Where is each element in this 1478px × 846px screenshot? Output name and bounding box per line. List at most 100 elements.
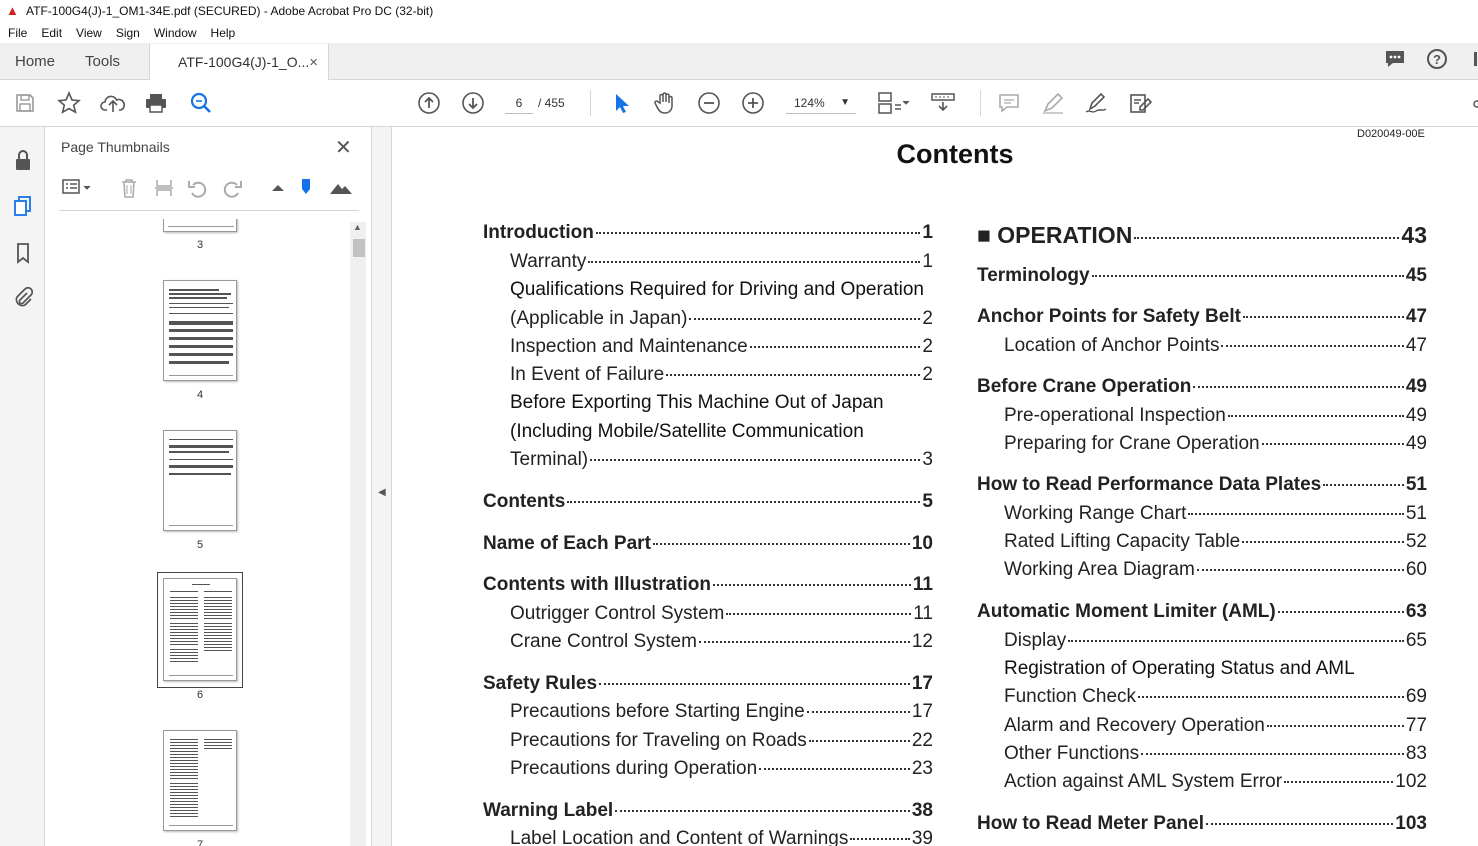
tab-close-icon[interactable]: ×	[309, 54, 318, 71]
toc-entry[interactable]: Working Range Chart 51	[1004, 503, 1427, 525]
toc-entry[interactable]: Inspection and Maintenance 2	[510, 336, 933, 358]
toc-entry-label[interactable]: Qualifications Required for Driving and …	[510, 279, 924, 301]
comment-bubble-icon[interactable]	[1384, 49, 1406, 74]
toc-entry[interactable]: How to Read Meter Panel 103	[977, 813, 1427, 835]
scrollbar-thumb[interactable]	[353, 239, 365, 257]
toc-entry[interactable]: Warning Label 38	[483, 800, 933, 822]
toc-entry[interactable]: Contents with Illustration 11	[483, 574, 933, 596]
toc-entry-label[interactable]: Registration of Operating Status and AML	[1004, 658, 1355, 680]
select-cursor-icon[interactable]	[608, 90, 634, 116]
bookmarks-icon[interactable]	[10, 240, 36, 266]
highlight-pen-icon[interactable]	[1040, 90, 1066, 116]
zoom-out-icon[interactable]	[696, 90, 722, 116]
menu-sign[interactable]: Sign	[116, 26, 140, 40]
toc-entry[interactable]: (Applicable in Japan) 2	[510, 308, 933, 330]
bookmark-star-icon[interactable]	[56, 90, 82, 116]
rotate-counterclockwise-icon[interactable]	[187, 177, 209, 204]
thumbnail-size-slider-icon[interactable]	[299, 177, 313, 202]
toc-entry[interactable]: Precautions during Operation 23	[510, 758, 933, 780]
zoom-level-select[interactable]: 124% ▼	[786, 92, 856, 114]
toc-entry[interactable]: Outrigger Control System 11	[510, 603, 933, 625]
tab-home[interactable]: Home	[0, 43, 70, 79]
tab-bar: Home Tools ATF-100G4(J)-1_O... × ?	[0, 43, 1478, 80]
toc-entry-label[interactable]: (Including Mobile/Satellite Communicatio…	[510, 421, 864, 443]
toc-entry[interactable]: Rated Lifting Capacity Table 52	[1004, 531, 1427, 553]
toc-entry[interactable]: Label Location and Content of Warnings 3…	[510, 828, 933, 846]
toc-entry[interactable]: Pre-operational Inspection 49	[1004, 405, 1427, 427]
tab-tools[interactable]: Tools	[70, 43, 135, 79]
menu-edit[interactable]: Edit	[41, 26, 62, 40]
toc-entry-label: In Event of Failure	[510, 364, 665, 385]
toc-entry-page: 11	[913, 603, 933, 624]
print-icon[interactable]	[143, 90, 169, 116]
toc-entry[interactable]: Warranty 1	[510, 251, 933, 273]
toc-entry[interactable]: Location of Anchor Points 47	[1004, 335, 1427, 357]
toc-entry[interactable]: Contents 5	[483, 491, 933, 513]
panel-collapse-handle[interactable]: ◀	[372, 127, 392, 846]
thumbnail-line	[168, 226, 234, 227]
scroll-up-arrow-icon[interactable]: ▲	[353, 222, 362, 232]
toc-entry[interactable]: Before Crane Operation 49	[977, 376, 1427, 398]
toc-entry[interactable]: Working Area Diagram 60	[1004, 559, 1427, 581]
comment-icon[interactable]	[996, 90, 1022, 116]
search-zoom-icon[interactable]	[188, 90, 214, 116]
toc-entry[interactable]: Function Check 69	[1004, 686, 1427, 708]
zoom-level-value: 124%	[794, 96, 825, 110]
close-icon[interactable]: ✕	[335, 135, 352, 160]
more-menu-icon[interactable]	[1468, 49, 1478, 74]
thumbnail-page[interactable]	[163, 280, 237, 381]
toc-entry[interactable]: Introduction 1	[483, 222, 933, 244]
toc-entry-label[interactable]: Before Exporting This Machine Out of Jap…	[510, 392, 884, 414]
attachments-paperclip-icon[interactable]	[10, 285, 36, 311]
upload-cloud-icon[interactable]	[100, 90, 126, 116]
thumbnail-page[interactable]	[163, 219, 237, 232]
share-icon[interactable]	[1466, 90, 1478, 116]
toc-entry[interactable]: Precautions for Traveling on Roads 22	[510, 730, 933, 752]
menu-file[interactable]: File	[8, 26, 27, 40]
thumbnail-scrollbar[interactable]: ▲	[350, 222, 366, 846]
toc-entry[interactable]: Precautions before Starting Engine 17	[510, 701, 933, 723]
collapse-arrow-icon[interactable]: ◀	[378, 487, 386, 498]
thumbnail-page-selected[interactable]	[163, 578, 237, 681]
menu-help[interactable]: Help	[211, 26, 236, 40]
hand-tool-icon[interactable]	[652, 90, 678, 116]
menu-view[interactable]: View	[76, 26, 102, 40]
menu-window[interactable]: Window	[154, 26, 197, 40]
toc-entry[interactable]: Name of Each Part 10	[483, 533, 933, 555]
zoom-in-icon[interactable]	[740, 90, 766, 116]
toc-entry[interactable]: Automatic Moment Limiter (AML) 63	[977, 601, 1427, 623]
tab-document[interactable]: ATF-100G4(J)-1_O... ×	[149, 44, 330, 80]
next-page-icon[interactable]	[460, 90, 486, 116]
toc-entry[interactable]: Other Functions 83	[1004, 743, 1427, 765]
fill-sign-icon[interactable]	[1128, 90, 1154, 116]
lock-icon[interactable]	[10, 147, 36, 173]
page-number-input[interactable]: 6	[505, 92, 533, 114]
save-icon[interactable]	[12, 90, 38, 116]
toc-entry[interactable]: Alarm and Recovery Operation 77	[1004, 715, 1427, 737]
toc-entry[interactable]: ■ OPERATION 43	[977, 222, 1427, 249]
toc-entry[interactable]: How to Read Performance Data Plates 51	[977, 474, 1427, 496]
toc-entry[interactable]: Terminal) 3	[510, 449, 933, 471]
delete-page-icon[interactable]	[119, 177, 139, 204]
toc-entry[interactable]: Anchor Points for Safety Belt 47	[977, 306, 1427, 328]
thumbnail-options-icon[interactable]	[61, 177, 93, 202]
help-icon[interactable]: ?	[1426, 48, 1448, 75]
thumbnail-size-small-icon[interactable]	[269, 177, 287, 202]
toc-entry[interactable]: In Event of Failure 2	[510, 364, 933, 386]
toc-entry[interactable]: Terminology 45	[977, 265, 1427, 287]
thumbnail-size-large-icon[interactable]	[329, 177, 353, 202]
toc-entry[interactable]: Safety Rules 17	[483, 673, 933, 695]
thumbnail-page[interactable]	[163, 430, 237, 531]
extract-page-icon[interactable]	[153, 177, 175, 204]
toc-entry[interactable]: Action against AML System Error 102	[1004, 771, 1427, 793]
rotate-clockwise-icon[interactable]	[221, 177, 243, 204]
draw-freeform-icon[interactable]	[1084, 90, 1110, 116]
scroll-mode-icon[interactable]	[930, 90, 956, 116]
previous-page-icon[interactable]	[416, 90, 442, 116]
page-display-icon[interactable]	[876, 90, 912, 116]
thumbnail-page[interactable]	[163, 730, 237, 831]
toc-entry[interactable]: Preparing for Crane Operation 49	[1004, 433, 1427, 455]
toc-entry[interactable]: Display 65	[1004, 630, 1427, 652]
toc-entry[interactable]: Crane Control System 12	[510, 631, 933, 653]
page-thumbnails-icon[interactable]	[10, 193, 36, 219]
